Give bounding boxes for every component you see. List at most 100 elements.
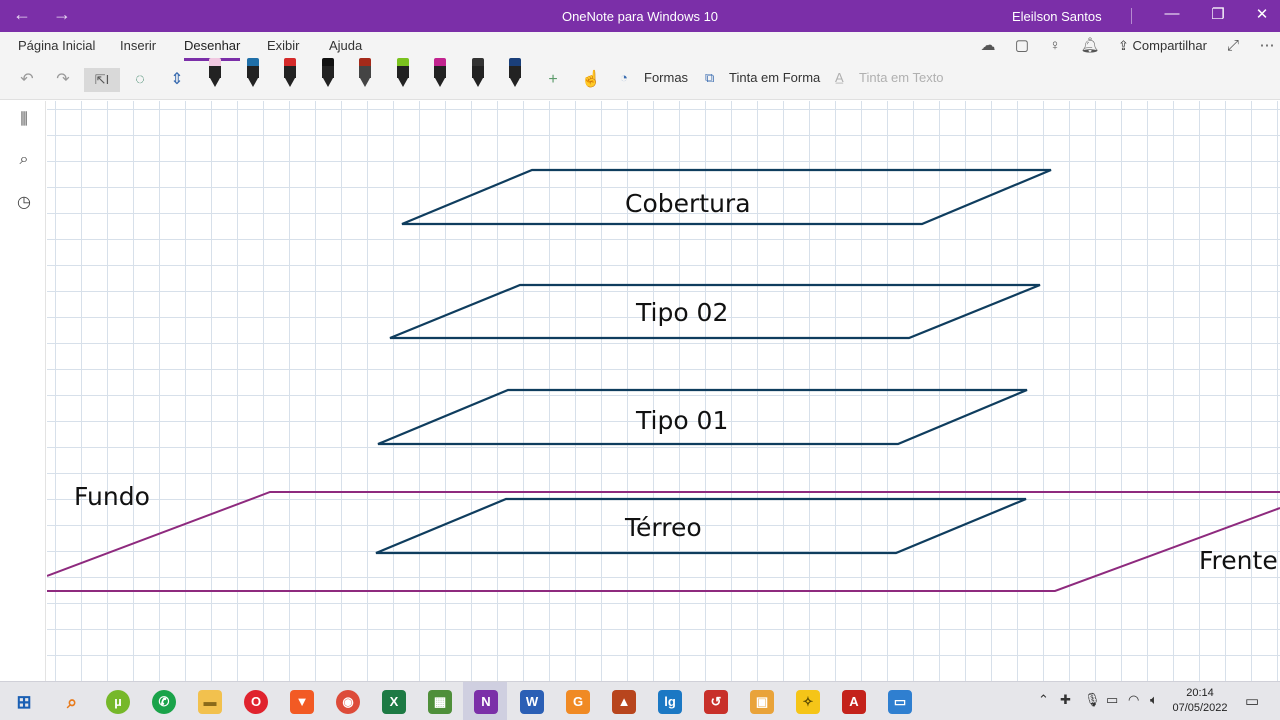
label-tipo01[interactable]: Tipo 01 bbox=[636, 406, 728, 435]
pen-body bbox=[322, 66, 334, 78]
recent-notes-icon[interactable]: ◷ bbox=[14, 192, 34, 212]
cad-app-icon[interactable]: ↺ bbox=[704, 690, 728, 714]
pen-cap bbox=[434, 58, 446, 66]
excel-icon[interactable]: X bbox=[382, 690, 406, 714]
matlab-icon[interactable]: ▲ bbox=[612, 690, 636, 714]
fullscreen-icon[interactable]: ⤢ bbox=[1223, 36, 1243, 56]
pen-tip bbox=[360, 78, 370, 87]
titlebar-divider bbox=[1131, 8, 1132, 24]
navigation-rail: ⫼ ⌕ ◷ bbox=[0, 101, 46, 681]
pages-icon[interactable]: ▢ bbox=[1012, 36, 1032, 56]
pen-galaxy-icon[interactable] bbox=[470, 58, 486, 90]
type-select-tool-icon[interactable]: ⇱I bbox=[84, 68, 120, 92]
tab-pagina-inicial[interactable]: Página Inicial bbox=[18, 38, 95, 58]
search-taskbar-icon[interactable]: ⌕ bbox=[60, 690, 84, 714]
pen-cap bbox=[472, 58, 484, 66]
pen-tip bbox=[210, 78, 220, 87]
chrome-icon[interactable]: ◉ bbox=[336, 690, 360, 714]
tinta-forma-label: Tinta em Forma bbox=[729, 70, 821, 85]
pen-navy-icon[interactable] bbox=[507, 58, 523, 90]
pdf-app-icon[interactable]: G bbox=[566, 690, 590, 714]
sync-icon[interactable]: ☁ bbox=[978, 36, 998, 56]
ink-to-text-icon: A̲ bbox=[835, 70, 844, 85]
pen-black-icon[interactable] bbox=[320, 58, 336, 90]
label-cobertura[interactable]: Cobertura bbox=[625, 189, 751, 218]
brave-icon[interactable]: ▼ bbox=[290, 690, 314, 714]
more-icon[interactable]: ⋯ bbox=[1257, 36, 1277, 56]
lightbulb-icon[interactable]: ♀ bbox=[1045, 36, 1065, 56]
volume-icon[interactable]: 🔈︎ bbox=[1150, 692, 1158, 708]
share-label: Compartilhar bbox=[1132, 38, 1207, 53]
share-icon: ⇪ bbox=[1118, 38, 1133, 53]
label-terreo[interactable]: Térreo bbox=[625, 513, 702, 542]
autocad-icon[interactable]: A bbox=[842, 690, 866, 714]
pen-tip bbox=[435, 78, 445, 87]
utorrent-icon[interactable]: µ bbox=[106, 690, 130, 714]
shapes-icon: ◔ bbox=[620, 70, 628, 85]
word-icon[interactable]: W bbox=[520, 690, 544, 714]
add-space-icon[interactable]: ⇕ bbox=[166, 68, 188, 92]
user-name[interactable]: Eleilson Santos bbox=[1012, 9, 1102, 24]
close-icon[interactable]: ✕ bbox=[1250, 5, 1274, 23]
pen-cap bbox=[509, 58, 521, 66]
pen-body bbox=[284, 66, 296, 78]
pen-pink-icon[interactable] bbox=[207, 58, 223, 90]
pen-cap bbox=[322, 58, 334, 66]
title-bar: ← → OneNote para Windows 10 Eleilson San… bbox=[0, 0, 1280, 32]
label-fundo[interactable]: Fundo bbox=[74, 482, 150, 511]
tray-expand-icon[interactable]: ⌃ bbox=[1038, 692, 1049, 708]
minimize-icon[interactable]: — bbox=[1160, 5, 1184, 22]
clock[interactable]: 20:14 07/05/2022 bbox=[1160, 686, 1240, 716]
pen-green-icon[interactable] bbox=[395, 58, 411, 90]
formas-button[interactable]: ◔ Formas bbox=[620, 70, 688, 85]
highlighter-darkred-icon[interactable] bbox=[357, 58, 373, 90]
whatsapp-icon[interactable]: ✆ bbox=[152, 690, 176, 714]
tab-ajuda[interactable]: Ajuda bbox=[329, 38, 362, 58]
image-app-icon[interactable]: ▣ bbox=[750, 690, 774, 714]
remote-desktop-icon[interactable]: ▭ bbox=[888, 690, 912, 714]
pen-blue-icon[interactable] bbox=[245, 58, 261, 90]
tinta-em-texto-button[interactable]: A̲ Tinta em Texto bbox=[835, 70, 944, 85]
pen-body bbox=[472, 66, 484, 78]
redo-icon[interactable]: ↷ bbox=[52, 68, 74, 92]
pen-cap bbox=[397, 58, 409, 66]
touch-draw-icon[interactable]: ☝ bbox=[580, 68, 602, 92]
pen-body bbox=[397, 66, 409, 78]
share-button[interactable]: ⇪ Compartilhar bbox=[1118, 38, 1207, 54]
undo-icon[interactable]: ↶ bbox=[16, 68, 38, 92]
opera-icon[interactable]: O bbox=[244, 690, 268, 714]
bell-icon[interactable]: 🔔︎ bbox=[1080, 36, 1100, 56]
tab-exibir[interactable]: Exibir bbox=[267, 38, 300, 58]
add-pen-icon[interactable]: + bbox=[542, 68, 564, 92]
search-icon[interactable]: ⌕ bbox=[14, 151, 34, 171]
app-lg-icon[interactable]: lg bbox=[658, 690, 682, 714]
idea-app-icon[interactable]: ✧ bbox=[796, 690, 820, 714]
pen-red-icon[interactable] bbox=[282, 58, 298, 90]
clock-date: 07/05/2022 bbox=[1172, 702, 1228, 714]
tray-app-icon[interactable]: ✚ bbox=[1060, 692, 1071, 708]
tab-inserir[interactable]: Inserir bbox=[120, 38, 156, 58]
lasso-select-icon[interactable]: ◌ bbox=[129, 68, 151, 92]
spreadsheet-app-icon[interactable]: ▦ bbox=[428, 690, 452, 714]
pen-body bbox=[509, 66, 521, 78]
pen-cap bbox=[284, 58, 296, 66]
battery-icon[interactable]: ▭ bbox=[1106, 692, 1118, 708]
pen-body bbox=[434, 66, 446, 78]
notifications-icon[interactable]: ▭ bbox=[1245, 692, 1259, 710]
windows-start-icon[interactable]: ⊞ bbox=[12, 690, 36, 714]
label-tipo02[interactable]: Tipo 02 bbox=[636, 298, 728, 327]
pen-magenta-icon[interactable] bbox=[432, 58, 448, 90]
label-frente[interactable]: Frente bbox=[1199, 546, 1278, 575]
tinta-em-forma-button[interactable]: ⧉ Tinta em Forma bbox=[705, 70, 820, 86]
pen-tip bbox=[473, 78, 483, 87]
notebooks-icon[interactable]: ⫼ bbox=[14, 111, 34, 131]
file-explorer-icon[interactable]: ▬ bbox=[198, 690, 222, 714]
onenote-icon[interactable]: N bbox=[474, 690, 498, 714]
pen-body bbox=[359, 66, 371, 78]
wifi-icon[interactable]: ◠ bbox=[1128, 692, 1139, 708]
maximize-icon[interactable]: ❐ bbox=[1206, 5, 1230, 23]
ink-to-shape-icon: ⧉ bbox=[705, 70, 715, 85]
note-canvas[interactable]: Cobertura Tipo 02 Tipo 01 Térreo Fundo F… bbox=[47, 101, 1280, 681]
ribbon: Página Inicial Inserir Desenhar Exibir A… bbox=[0, 32, 1280, 100]
microphone-icon[interactable]: 🎙︎ bbox=[1084, 692, 1101, 708]
